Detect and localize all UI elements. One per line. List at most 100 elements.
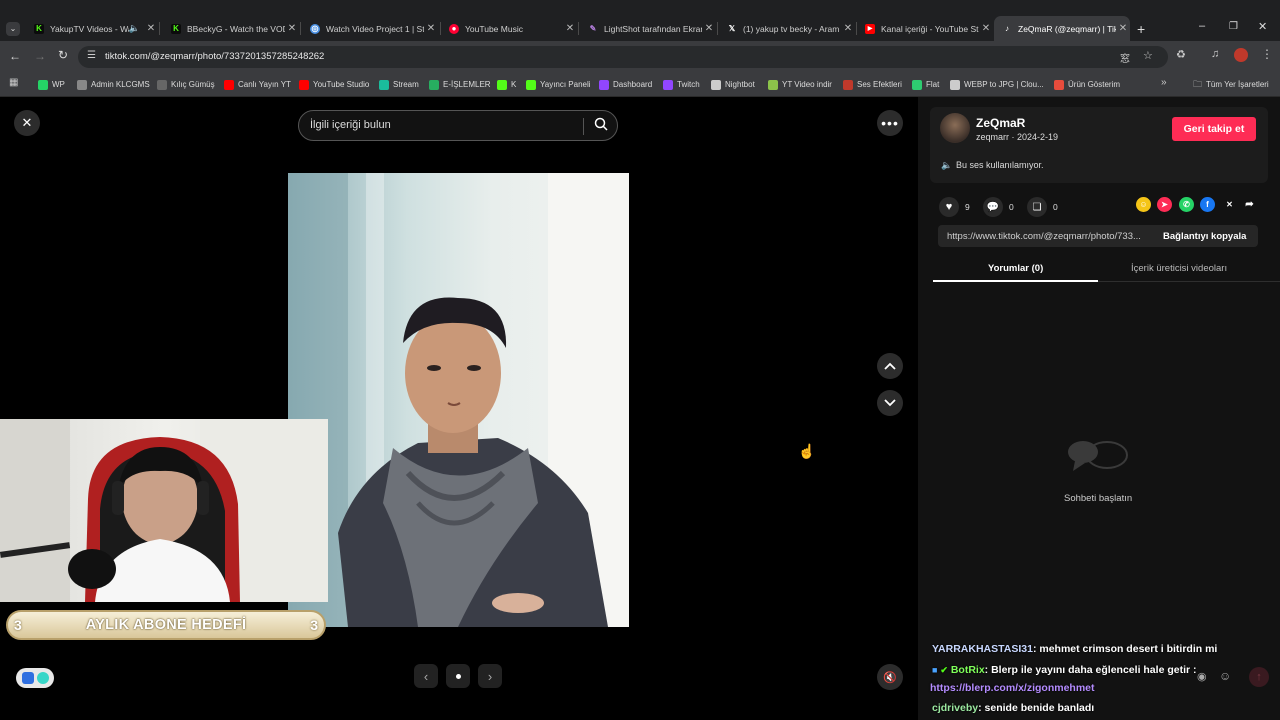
close-icon[interactable]: ✕ (1116, 23, 1130, 34)
follow-back-button[interactable]: Geri takip et (1172, 117, 1256, 141)
chat-username: YARRAKHASTASI31 (932, 643, 1033, 655)
close-icon[interactable]: ✕ (285, 23, 299, 34)
minimize-button[interactable]: – (1199, 20, 1205, 32)
chat-url[interactable]: https://blerp.com/x/zigonmehmet (930, 682, 1095, 694)
forward-button[interactable]: → (34, 49, 46, 63)
bookmark-item[interactable]: E-İŞLEMLER (429, 78, 491, 91)
bookmark-item[interactable]: YouTube Studio (299, 78, 369, 91)
mouse-cursor-icon: ☝ (798, 443, 816, 459)
close-icon[interactable]: ✕ (424, 23, 438, 34)
save-stat[interactable]: ❏ 0 (1027, 197, 1058, 217)
facebook-share-icon[interactable]: f (1200, 197, 1215, 212)
next-video-button[interactable] (877, 390, 903, 416)
volume-muted-icon: 🔇 (883, 671, 897, 684)
close-icon[interactable]: ✕ (841, 23, 855, 34)
tab-comments[interactable]: Yorumlar (0) (988, 263, 1043, 274)
bookmark-item[interactable]: Yayıncı Paneli (526, 78, 591, 91)
search-icon[interactable] (594, 117, 608, 136)
reload-button[interactable]: ↻ (58, 48, 68, 62)
mute-toggle-button[interactable]: 🔇 (877, 664, 903, 690)
x-share-icon[interactable]: ✕ (1222, 197, 1237, 212)
tab-3[interactable]: ◎ Watch Video Project 1 | St ✕ (302, 16, 438, 41)
next-photo-button[interactable]: › (478, 664, 502, 688)
omnibox[interactable]: ☰ tiktok.com/@zeqmarr/photo/733720135728… (78, 46, 1168, 68)
bookmark-item[interactable]: Nightbot (711, 78, 755, 91)
bookmark-item[interactable]: Ürün Gösterim (1054, 78, 1120, 91)
translate-icon[interactable]: 窓 (1120, 50, 1130, 65)
tab-7[interactable]: ▶ Kanal içeriği - YouTube St ✕ (857, 16, 993, 41)
prev-video-button[interactable] (877, 353, 903, 379)
new-tab-button[interactable]: + (1137, 21, 1145, 37)
tab-6[interactable]: 𝕏 (1) yakup tv becky - Aram ✕ (719, 16, 855, 41)
bookmark-item[interactable]: Stream (379, 78, 419, 91)
x-icon: 𝕏 (728, 23, 736, 33)
tab-4[interactable]: ● YouTube Music ✕ (441, 16, 577, 41)
ses-icon (843, 79, 853, 90)
heart-icon: ♥ (939, 197, 959, 217)
bookmark-item[interactable]: YT Video indir (768, 78, 832, 91)
related-search-input[interactable]: İlgili içeriği bulun (298, 110, 618, 141)
tab-search-button[interactable]: ⌄ (6, 22, 20, 36)
emoji-icon[interactable]: ☺ (1219, 669, 1231, 683)
close-viewer-button[interactable]: ✕ (14, 110, 40, 136)
chat-link[interactable]: https://blerp.com/x/zigonmehmet (930, 682, 1095, 694)
bookmark-item[interactable]: WP (38, 78, 65, 91)
chevron-up-icon (884, 357, 896, 375)
more-options-button[interactable]: ••• (877, 110, 903, 136)
at-mention-icon[interactable]: ◉ (1197, 670, 1207, 683)
close-icon[interactable]: ✕ (702, 23, 716, 34)
bookmark-item[interactable]: Flat (912, 78, 939, 91)
comment-stat[interactable]: 💬 0 (983, 197, 1014, 217)
post-link-url[interactable]: https://www.tiktok.com/@zeqmarr/photo/73… (947, 231, 1141, 242)
bookmark-item[interactable]: Canlı Yayın YT (224, 78, 291, 91)
close-icon[interactable]: ✕ (144, 23, 158, 34)
url-text[interactable]: tiktok.com/@zeqmarr/photo/73372013572852… (105, 51, 324, 62)
more-share-icon[interactable]: ➦ (1242, 197, 1257, 212)
kick-icon (526, 79, 536, 90)
chevron-down-icon (884, 394, 896, 412)
bookmark-item[interactable]: Admin KLCGMS (77, 78, 150, 91)
prev-photo-button[interactable]: ‹ (414, 664, 438, 688)
like-stat[interactable]: ♥ 9 (939, 197, 970, 217)
profile-avatar-icon[interactable] (1234, 48, 1248, 62)
bookmark-item[interactable]: Ses Efektleri (843, 78, 902, 91)
media-controls-icon[interactable]: ♫ (1211, 48, 1219, 60)
tab-1[interactable]: K YakupTV Videos - Wa 🔈 ✕ (26, 16, 158, 41)
tab-creator-videos[interactable]: İçerik üreticisi videoları (1131, 263, 1227, 274)
copy-link-button[interactable]: Bağlantıyı kopyala (1163, 231, 1246, 242)
apps-grid-icon[interactable]: ▦ (9, 77, 18, 88)
bookmark-label: WP (52, 80, 65, 89)
restore-button[interactable]: ❐ (1229, 21, 1238, 32)
speaker-icon[interactable]: 🔈 (129, 23, 140, 34)
close-icon[interactable]: ✕ (563, 23, 577, 34)
window-close-button[interactable]: ✕ (1258, 20, 1267, 33)
chat-message: YARRAKHASTASI31: mehmet crimson desert i… (932, 643, 1217, 655)
profile-name[interactable]: ZeQmaR (976, 116, 1025, 130)
bookmark-item[interactable]: Dashboard (599, 78, 652, 91)
avatar[interactable] (940, 113, 970, 143)
bookmark-item[interactable]: Kılıç Gümüş (157, 78, 215, 91)
chevron-down-icon: ⌄ (9, 24, 17, 33)
extensions-icon[interactable]: ♻ (1176, 48, 1186, 61)
post-photo[interactable] (288, 173, 629, 627)
send-share-icon[interactable]: ➤ (1157, 197, 1172, 212)
video-project-icon: ◎ (310, 23, 320, 34)
tab-8-active[interactable]: ♪ ZeQmaR (@zeqmarr) | Tik ✕ (994, 16, 1130, 41)
send-comment-button[interactable]: ↑ (1249, 667, 1269, 687)
bookmark-item[interactable]: WEBP to JPG | Clou... (950, 78, 1044, 91)
site-info-icon[interactable]: ☰ (87, 50, 96, 61)
close-icon[interactable]: ✕ (979, 23, 993, 34)
monthly-sub-goal-bar: 3 AYLIK ABONE HEDEFİ 3 (6, 610, 326, 640)
chevron-right-double-icon[interactable]: » (1161, 77, 1167, 88)
repost-share-icon[interactable]: ☺ (1136, 197, 1151, 212)
photo-page-dot[interactable] (446, 664, 470, 688)
browser-menu-icon[interactable]: ⋮ (1261, 47, 1273, 61)
tab-5[interactable]: ✎ LightShot tarafından Ekran ✕ (580, 16, 716, 41)
all-bookmarks-folder[interactable]: 🗀 Tüm Yer İşaretleri (1193, 78, 1269, 91)
tab-2[interactable]: K BBeckyG - Watch the VOD ✕ (163, 16, 299, 41)
bookmark-item[interactable]: K (497, 78, 516, 91)
bookmark-item[interactable]: Twitch (663, 78, 700, 91)
bookmark-star-icon[interactable]: ☆ (1143, 49, 1153, 62)
back-button[interactable]: ← (9, 49, 21, 63)
whatsapp-share-icon[interactable]: ✆ (1179, 197, 1194, 212)
